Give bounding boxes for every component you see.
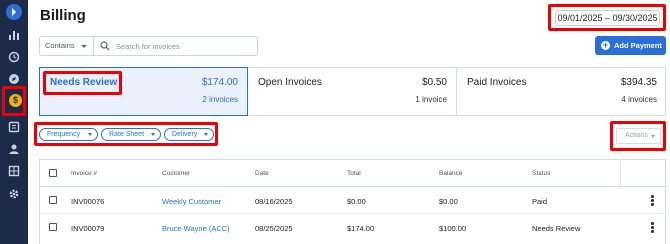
date-range-picker[interactable]: 09/01/2025 – 09/30/2025 [555,10,660,26]
cell-status: Paid [532,197,548,206]
card-amount: $174.00 [201,77,238,88]
sidebar-item-billing[interactable]: $ [2,86,26,116]
cell-invoice: INV00076 [71,197,105,206]
actions-label: Actions [625,132,648,139]
row-checkbox[interactable] [49,223,57,231]
card-paid-invoices[interactable]: Paid Invoices $394.35 4 invoices [458,68,666,115]
cell-balance: $0.00 [439,197,458,206]
card-needs-review[interactable]: Needs Review $174.00 2 invoices [39,67,248,116]
card-open-invoices[interactable]: Open Invoices $0.50 1 invoice [249,68,457,115]
row-menu-icon[interactable] [651,195,654,206]
user-icon [9,144,19,154]
row-menu-icon[interactable] [651,222,654,233]
row-checkbox[interactable] [49,196,57,204]
sidebar-item-reports[interactable] [8,29,20,41]
column-header-status[interactable]: Status [532,170,550,177]
page-title: Billing [40,7,86,24]
chevron-down-icon [204,133,208,136]
card-amount: $394.35 [620,77,657,88]
cell-date: 08/25/2025 [255,224,293,233]
filter-label: Frequency [47,131,81,138]
card-label: Needs Review [50,77,118,88]
compass-icon [9,74,19,84]
table-header: Invoice # Customer Date Total Balance St… [40,160,665,187]
bar-chart-icon [9,31,19,40]
grid-icon [8,165,20,177]
chevron-down-icon [88,133,92,136]
cell-customer-link[interactable]: Bruce Wayne (ACC) [162,224,230,233]
search-icon [100,41,110,51]
sidebar-item-history[interactable] [8,51,20,63]
select-all-checkbox[interactable] [49,169,57,177]
card-count: 4 invoices [621,95,657,104]
column-header-total[interactable]: Total [347,170,361,177]
plus-icon: + [601,40,610,50]
cell-customer-link[interactable]: Weekly Customer [162,197,221,206]
card-count: 2 invoices [202,95,238,104]
expand-sidebar-button[interactable] [6,4,22,20]
sidebar-item-documents[interactable] [8,121,20,133]
search-mode-label: Contains [45,41,75,50]
cell-balance: $100.00 [439,224,467,233]
sidebar-item-tables[interactable] [8,165,20,177]
actions-dropdown[interactable]: Actions [616,128,661,144]
card-amount: $0.50 [421,77,447,88]
sidebar-item-settings[interactable] [8,188,20,200]
sidebar-item-dispatch[interactable] [8,73,20,85]
cell-total: $0.00 [347,197,366,206]
actions-highlight: Actions [610,121,666,151]
search-bar: Contains [39,36,258,56]
chevron-down-icon [651,135,655,138]
filter-frequency[interactable]: Frequency [39,128,98,141]
card-label: Open Invoices [258,77,322,88]
chevron-down-icon [151,133,155,136]
add-payment-label: Add Payment [614,41,662,50]
cell-invoice: INV00079 [71,224,105,233]
cell-date: 08/16/2025 [255,197,293,206]
cell-status: Needs Review [532,224,581,233]
sidebar-item-users[interactable] [8,143,20,155]
column-header-invoice[interactable]: Invoice # [71,170,97,177]
dollar-icon: $ [9,94,22,107]
column-header-balance[interactable]: Balance [439,170,463,177]
chevron-down-icon [81,45,87,48]
add-payment-button[interactable]: + Add Payment [595,36,666,55]
card-label: Paid Invoices [467,77,527,88]
document-icon [8,121,20,133]
search-input[interactable] [116,39,252,53]
table-row[interactable]: INV00079 Bruce Wayne (ACC) 08/25/2025 $1… [40,214,665,241]
table-row[interactable]: INV00076 Weekly Customer 08/16/2025 $0.0… [40,187,665,214]
filter-delivery[interactable]: Delivery [164,128,214,141]
needs-review-highlight: Needs Review [43,71,122,95]
sidebar: $ [0,0,28,244]
filters-highlight: Frequency Rate Sheet Delivery [34,122,218,146]
filter-label: Rate Sheet [109,131,145,138]
summary-cards: Needs Review $174.00 2 invoices Open Inv… [39,67,666,116]
card-count: 1 invoice [415,95,447,104]
filter-label: Delivery [172,131,198,138]
gear-icon [9,189,19,199]
invoice-table: Invoice # Customer Date Total Balance St… [39,159,666,244]
column-header-date[interactable]: Date [255,170,269,177]
filter-rate-sheet[interactable]: Rate Sheet [101,128,161,141]
column-header-customer[interactable]: Customer [162,170,190,177]
cell-total: $174.00 [347,224,375,233]
column-divider [620,160,621,187]
search-mode-select[interactable]: Contains [40,37,94,55]
date-range-highlight: 09/01/2025 – 09/30/2025 [548,4,666,31]
history-icon [8,51,20,63]
chevron-right-icon [12,8,16,16]
